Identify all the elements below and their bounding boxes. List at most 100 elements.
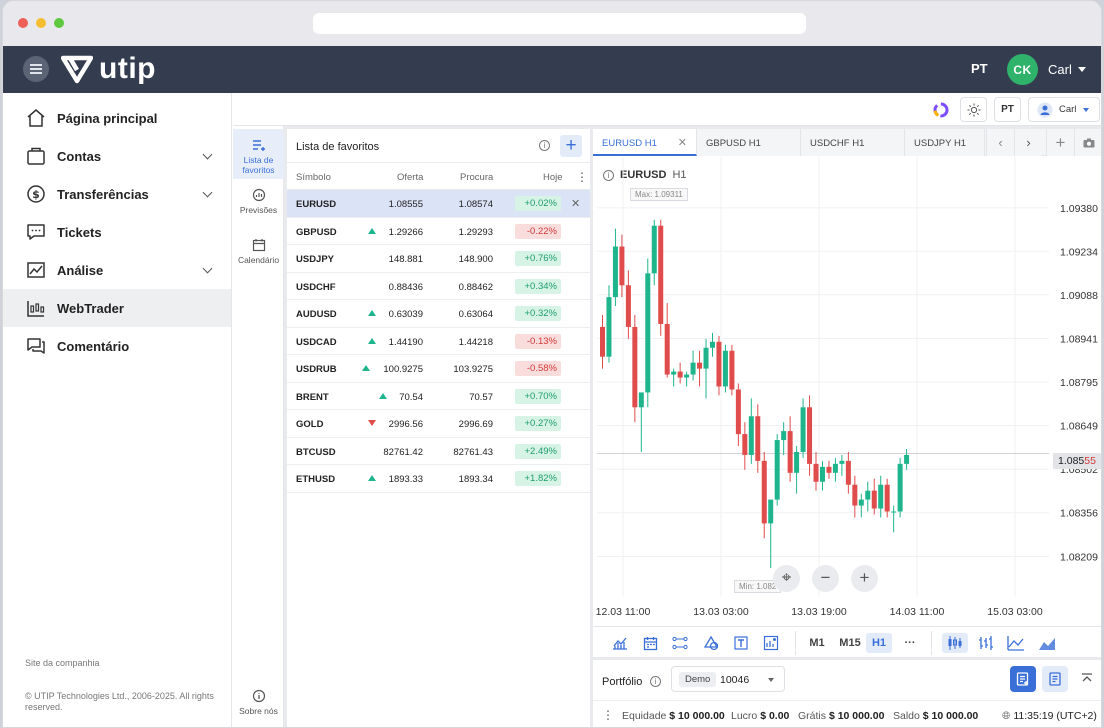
sidebar-item-tickets[interactable]: Tickets [3, 213, 231, 251]
add-chart-button[interactable]: + [1046, 129, 1074, 156]
candles-chart-icon[interactable] [942, 633, 968, 653]
timeframe-m1[interactable]: M1 [807, 633, 827, 653]
orders-button[interactable] [1010, 666, 1036, 692]
brightness-button[interactable] [960, 97, 987, 122]
info-icon[interactable]: i [650, 676, 661, 687]
user-menu-button[interactable]: Carl [1028, 97, 1100, 122]
bid-cell[interactable]: 82761.42 [383, 447, 423, 458]
sidebar-item-comment[interactable]: Comentário [3, 327, 231, 365]
tab-favorites[interactable]: Lista de favoritos [233, 129, 284, 179]
ask-cell[interactable]: 70.57 [469, 392, 493, 403]
crosshair-icon[interactable]: ⌖ [773, 565, 800, 592]
column-ask[interactable]: Procura [460, 172, 493, 183]
address-bar[interactable] [313, 13, 806, 34]
column-symbol[interactable]: Símbolo [296, 172, 331, 183]
bid-cell[interactable]: 100.9275 [383, 364, 423, 375]
table-row[interactable]: BRENT 70.54 70.57 +0.70% [287, 383, 590, 410]
sidebar-item-analysis[interactable]: Análise [3, 251, 231, 289]
shapes-icon[interactable] [701, 633, 721, 653]
templates-icon[interactable] [761, 633, 781, 653]
collapse-panel-button[interactable] [1074, 666, 1100, 692]
bid-cell[interactable]: 1.44190 [389, 337, 423, 348]
trend-line-icon[interactable] [670, 633, 690, 653]
info-icon[interactable]: i [539, 140, 550, 151]
user-name[interactable]: Carl [1048, 62, 1072, 77]
table-row[interactable]: USDCHF 0.88436 0.88462 +0.34% [287, 273, 590, 300]
candlestick-chart[interactable]: 1.09380 1.09234 1.09088 1.08941 1.08795 1.086… [593, 157, 1102, 625]
ask-cell[interactable]: 1893.34 [459, 474, 493, 485]
table-row[interactable]: USDRUB 100.9275 103.9275 -0.58% [287, 355, 590, 383]
chart-tab-eurusd[interactable]: EURUSD H1 ✕ [593, 129, 697, 156]
calendar-icon[interactable] [640, 633, 660, 653]
ask-cell[interactable]: 2996.69 [459, 419, 493, 430]
maximize-window-button[interactable] [54, 18, 64, 28]
table-row[interactable]: GBPUSD 1.29266 1.29293 -0.22% [287, 218, 590, 245]
brand-logo[interactable]: utip [61, 54, 156, 84]
table-row[interactable]: BTCUSD 82761.42 82761.43 +2.49% [287, 438, 590, 465]
table-row[interactable]: USDCAD 1.44190 1.44218 -0.13% [287, 328, 590, 355]
stats-menu-icon[interactable]: ⋮ [602, 708, 614, 722]
chart-tab-usdchf[interactable]: USDCHF H1 [801, 129, 905, 156]
account-select[interactable]: Demo 10046 [671, 666, 785, 692]
indicators-icon[interactable] [610, 633, 630, 653]
text-tool-icon[interactable] [731, 633, 751, 653]
bid-cell[interactable]: 2996.56 [389, 419, 423, 430]
ask-cell[interactable]: 1.29293 [459, 227, 493, 238]
language-switch[interactable]: PT [971, 61, 988, 76]
column-today[interactable]: Hoje [543, 172, 563, 183]
bid-cell[interactable]: 70.54 [399, 392, 423, 403]
menu-toggle-button[interactable] [23, 56, 49, 82]
tab-about[interactable]: Sobre nós [233, 689, 284, 716]
zoom-in-button[interactable]: + [851, 565, 878, 592]
remove-icon[interactable]: ✕ [571, 197, 580, 210]
more-timeframes-button[interactable]: ··· [900, 633, 920, 653]
theme-color-icon[interactable] [930, 97, 952, 122]
sidebar-item-accounts[interactable]: Contas [3, 137, 231, 175]
zoom-out-button[interactable]: − [812, 565, 839, 592]
line-chart-icon[interactable] [1006, 633, 1026, 653]
history-button[interactable] [1042, 666, 1068, 692]
bid-cell[interactable]: 0.63039 [389, 309, 423, 320]
bars-chart-icon[interactable] [976, 633, 996, 653]
chart-tab-usdjpy[interactable]: USDJPY H1 [905, 129, 985, 156]
minimize-window-button[interactable] [36, 18, 46, 28]
bid-cell[interactable]: 1.29266 [389, 227, 423, 238]
area-chart-icon[interactable] [1037, 633, 1057, 653]
sidebar-item-transfers[interactable]: $ Transferências [3, 175, 231, 213]
sidebar-item-webtrader[interactable]: WebTrader [3, 289, 231, 327]
company-site-link[interactable]: Site da companhia [25, 658, 100, 668]
tab-forecasts[interactable]: Previsões [233, 188, 284, 215]
tab-calendar[interactable]: Calendário [233, 238, 284, 265]
ask-cell[interactable]: 1.08574 [459, 199, 493, 210]
timeframe-h1[interactable]: H1 [866, 633, 892, 653]
add-symbol-button[interactable]: + [560, 135, 582, 157]
table-row[interactable]: AUDUSD 0.63039 0.63064 +0.32% [287, 300, 590, 328]
ask-cell[interactable]: 148.900 [459, 254, 493, 265]
ask-cell[interactable]: 1.44218 [459, 337, 493, 348]
close-icon[interactable]: ✕ [678, 136, 687, 149]
table-row[interactable]: GOLD 2996.56 2996.69 +0.27% [287, 410, 590, 438]
ask-cell[interactable]: 103.9275 [453, 364, 493, 375]
timeframe-m15[interactable]: M15 [838, 633, 862, 653]
table-row[interactable]: EURUSD 1.08555 1.08574 +0.02% ✕ [287, 190, 590, 218]
bid-cell[interactable]: 0.88436 [389, 282, 423, 293]
chevron-down-icon[interactable] [1078, 67, 1086, 72]
bid-cell[interactable]: 148.881 [389, 254, 423, 265]
table-row[interactable]: USDJPY 148.881 148.900 +0.76% [287, 245, 590, 273]
chevron-right-icon[interactable]: › [1014, 129, 1042, 156]
bid-cell[interactable]: 1.08555 [389, 199, 423, 210]
ask-cell[interactable]: 82761.43 [453, 447, 493, 458]
bid-cell[interactable]: 1893.33 [389, 474, 423, 485]
avatar[interactable]: CK [1007, 54, 1038, 85]
language-button[interactable]: PT [994, 97, 1021, 122]
chevron-left-icon[interactable]: ‹ [986, 129, 1014, 156]
column-menu-icon[interactable]: ⋮ [576, 170, 588, 184]
ask-cell[interactable]: 0.88462 [459, 282, 493, 293]
close-window-button[interactable] [18, 18, 28, 28]
sidebar-item-home[interactable]: Página principal [3, 99, 231, 137]
ask-cell[interactable]: 0.63064 [459, 309, 493, 320]
chart-tab-gbpusd[interactable]: GBPUSD H1 [697, 129, 801, 156]
table-row[interactable]: ETHUSD 1893.33 1893.34 +1.82% [287, 465, 590, 493]
column-bid[interactable]: Oferta [397, 172, 423, 183]
camera-icon[interactable] [1074, 129, 1101, 156]
